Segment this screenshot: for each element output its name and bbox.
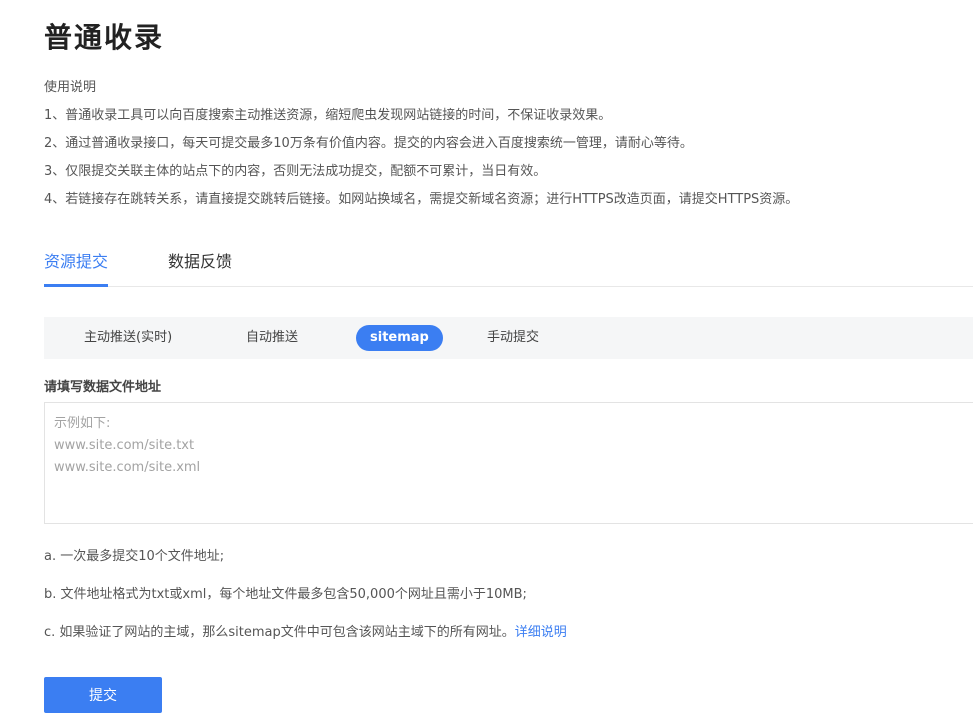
- subnav-active-push[interactable]: 主动推送(实时): [84, 325, 172, 351]
- instruction-item: 1、普通收录工具可以向百度搜索主动推送资源，缩短爬虫发现网站链接的时间，不保证收…: [44, 108, 612, 123]
- note-c-text: c. 如果验证了网站的主域，那么sitemap文件中可包含该网站主域下的所有网址…: [44, 625, 515, 640]
- tab-resource-submit[interactable]: 资源提交: [44, 240, 108, 287]
- instruction-item: 4、若链接存在跳转关系，请直接提交跳转后链接。如网站换域名，需提交新域名资源；进…: [44, 192, 799, 207]
- submit-method-nav: 主动推送(实时) 自动推送 sitemap 手动提交: [44, 317, 973, 359]
- submit-button[interactable]: 提交: [44, 677, 162, 713]
- note-b: b. 文件地址格式为txt或xml，每个地址文件最多包含50,000个网址且需小…: [44, 587, 527, 602]
- subnav-auto-push[interactable]: 自动推送: [246, 325, 298, 351]
- detail-link[interactable]: 详细说明: [515, 625, 567, 640]
- subnav-sitemap[interactable]: sitemap: [356, 325, 443, 351]
- note-c: c. 如果验证了网站的主域，那么sitemap文件中可包含该网站主域下的所有网址…: [44, 623, 567, 643]
- instructions-heading: 使用说明: [44, 80, 97, 95]
- instruction-item: 3、仅限提交关联主体的站点下的内容，否则无法成功提交，配额不可累计，当日有效。: [44, 164, 547, 179]
- subnav-manual-submit[interactable]: 手动提交: [487, 325, 539, 351]
- url-field-label: 请填写数据文件地址: [44, 380, 162, 395]
- instruction-item: 2、通过普通收录接口，每天可提交最多10万条有价值内容。提交的内容会进入百度搜索…: [44, 136, 693, 151]
- instructions: 使用说明 1、普通收录工具可以向百度搜索主动推送资源，缩短爬虫发现网站链接的时间…: [44, 74, 798, 214]
- sitemap-url-input[interactable]: [44, 402, 973, 524]
- page: 普通收录 使用说明 1、普通收录工具可以向百度搜索主动推送资源，缩短爬虫发现网站…: [0, 0, 973, 727]
- tab-data-feedback[interactable]: 数据反馈: [168, 240, 232, 284]
- page-title: 普通收录: [44, 21, 165, 54]
- note-a: a. 一次最多提交10个文件地址;: [44, 549, 225, 564]
- tab-bar: 资源提交 数据反馈: [44, 240, 973, 287]
